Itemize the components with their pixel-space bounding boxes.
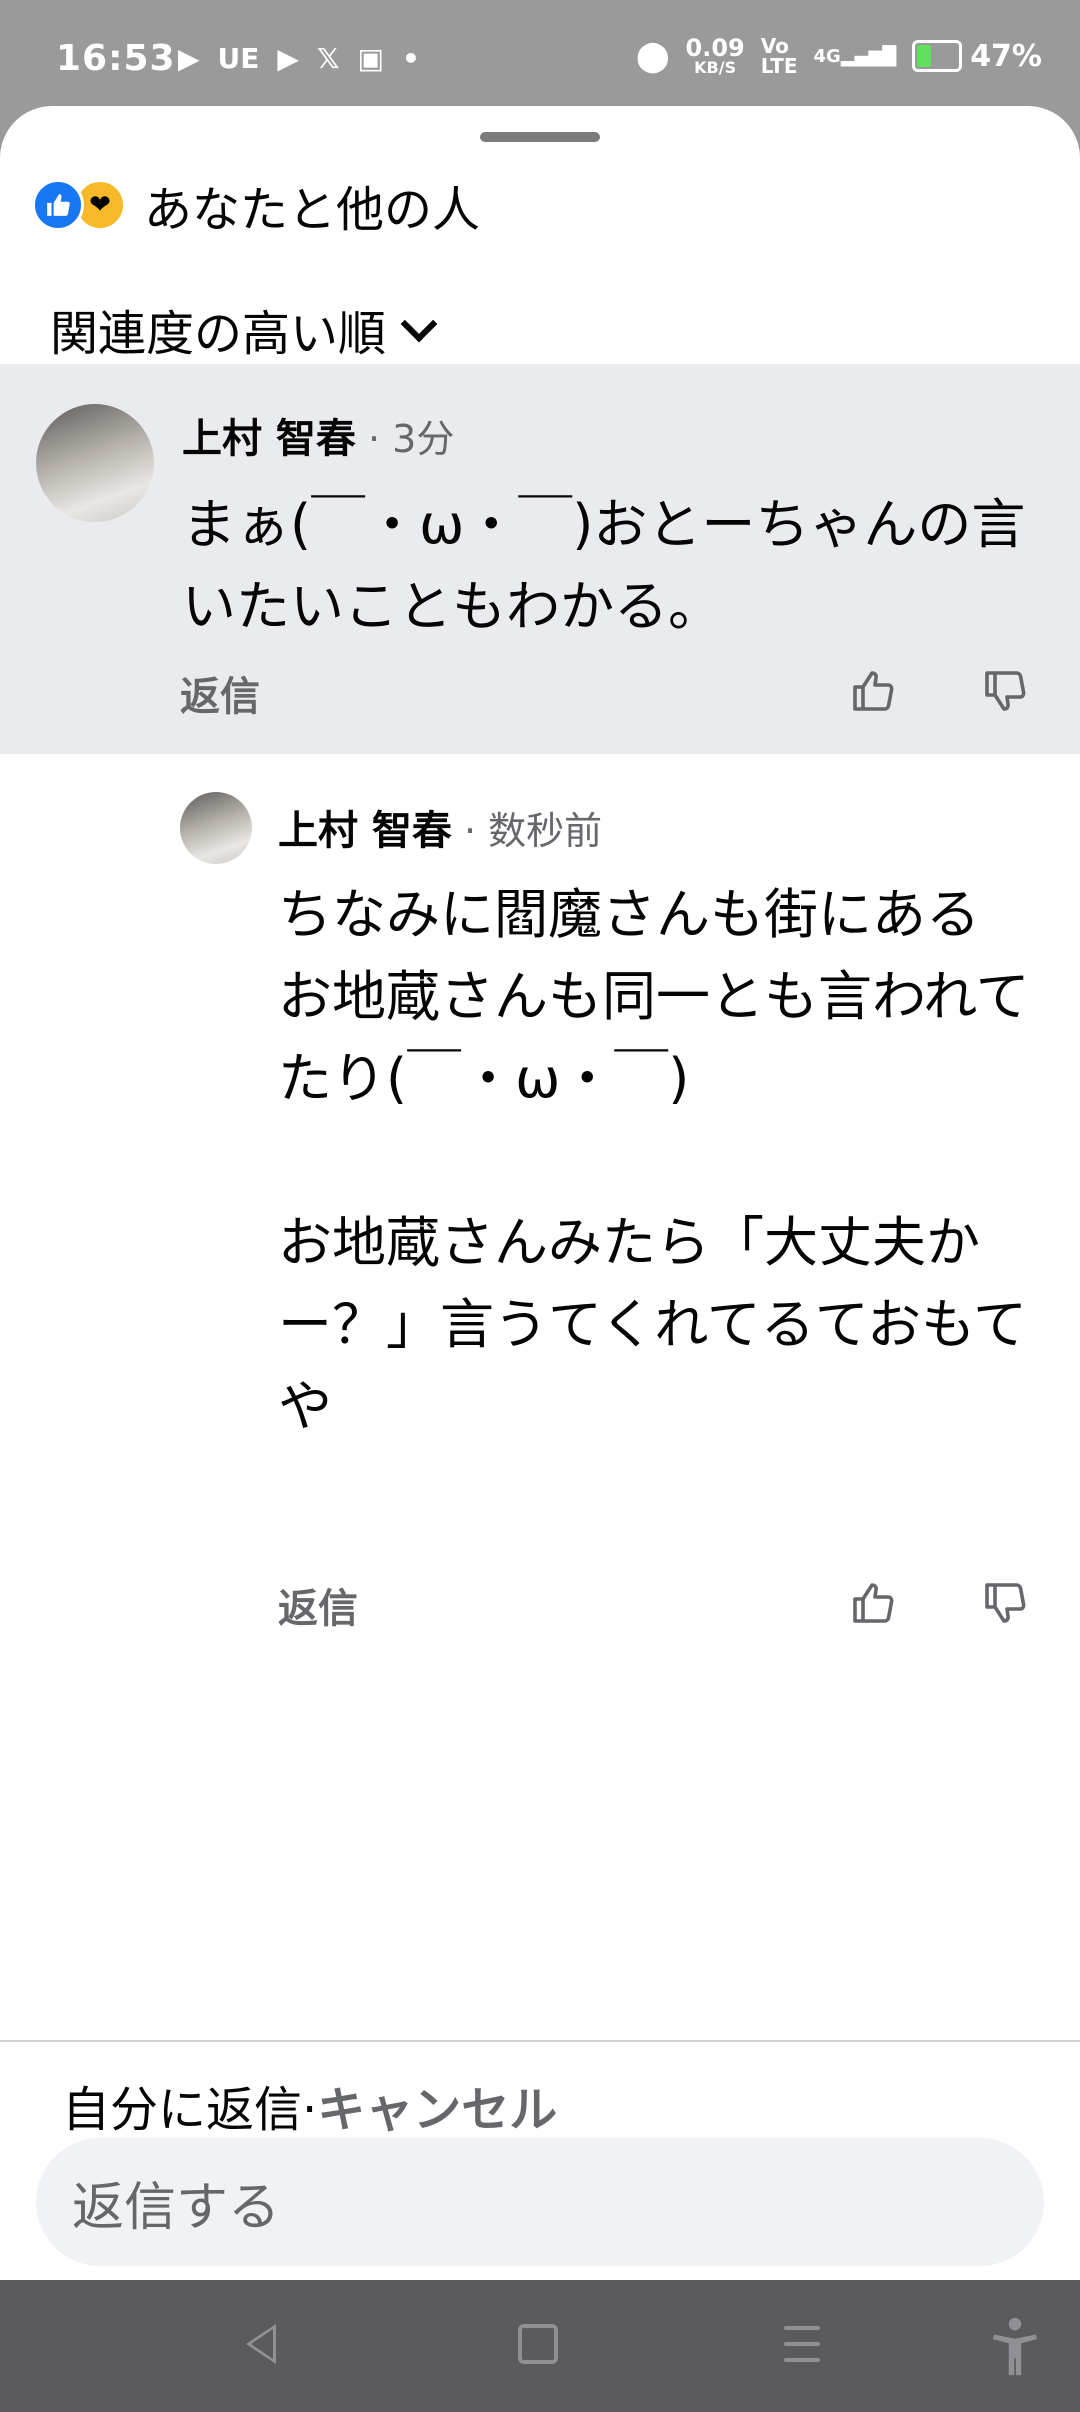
location-icon: ⬤ — [635, 38, 670, 74]
comment-text: まぁ(￣・ω・￣)おとーちゃんの言いたいこともわかる。 — [182, 493, 1026, 638]
thumbs-up-icon[interactable] — [848, 666, 898, 716]
reactions-summary[interactable]: ❤ あなたと他の人 — [32, 170, 480, 240]
thumbs-down-icon[interactable] — [980, 666, 1030, 716]
ue-icon: UE — [217, 42, 260, 75]
sheet-drag-handle[interactable] — [480, 132, 600, 142]
replying-to-label: 自分に返信 — [62, 2082, 303, 2138]
vote-buttons — [848, 666, 1030, 716]
sort-dropdown[interactable]: 関連度の高い順 — [50, 294, 438, 364]
comment-time: · 3分 — [355, 417, 455, 461]
comment-time: · 数秒前 — [451, 809, 603, 853]
reply-composer: 自分に返信·キャンセル 返信する — [0, 2040, 1080, 2280]
signal-icon: 4G▂▄▆█ — [813, 45, 897, 67]
replying-to-indicator: 自分に返信·キャンセル — [62, 2070, 557, 2140]
recents-icon[interactable] — [784, 2326, 820, 2362]
status-bar: 16:53 ▶ UE ▶ 𝕏 ▣ • ⬤ 0.09 KB/S Vo LTE 4G… — [0, 0, 1080, 120]
battery-icon — [912, 40, 963, 72]
more-dot-icon: • — [402, 42, 420, 75]
media-icon: ▶ — [178, 42, 200, 75]
cancel-reply-button[interactable]: キャンセル — [317, 2082, 557, 2138]
comment-author[interactable]: 上村 智春 — [278, 808, 452, 854]
home-icon[interactable] — [518, 2324, 558, 2364]
notification-icons: ▶ UE ▶ 𝕏 ▣ • — [178, 42, 420, 75]
avatar[interactable] — [180, 792, 252, 864]
accessibility-icon[interactable] — [990, 2316, 1040, 2376]
reactions-label: あなたと他の人 — [144, 182, 481, 238]
volte-indicator: Vo LTE — [760, 34, 798, 78]
comment-text: ちなみに閻魔さんも街にある お地蔵さんも同一とも言われて たり(￣・ω・￣) お… — [278, 883, 1030, 1438]
reply-button[interactable]: 返信 — [278, 1576, 358, 1634]
comment-item: 上村 智春 · 3分 まぁ(￣・ω・￣)おとーちゃんの言いたいこともわかる。 返… — [0, 364, 1080, 754]
x-icon: 𝕏 — [316, 42, 340, 75]
reply-input[interactable]: 返信する — [36, 2138, 1044, 2266]
like-reaction-icon — [32, 179, 84, 231]
youtube-icon: ▶ — [277, 42, 299, 75]
thumbs-up-icon[interactable] — [848, 1578, 898, 1628]
battery-percent: 47% — [970, 38, 1042, 74]
back-icon[interactable] — [246, 2324, 276, 2364]
reply-button[interactable]: 返信 — [180, 664, 260, 722]
separator: · — [302, 2082, 318, 2138]
line-icon: ▣ — [357, 42, 384, 75]
vote-buttons — [848, 1578, 1030, 1628]
avatar[interactable] — [36, 404, 154, 522]
reply-comment-item: 上村 智春 · 数秒前 ちなみに閻魔さんも街にある お地蔵さんも同一とも言われて… — [0, 754, 1080, 1632]
network-speed: 0.09 KB/S — [685, 34, 745, 77]
comments-sheet: ❤ あなたと他の人 関連度の高い順 上村 智春 · 3分 まぁ(￣・ω・￣)おと… — [0, 106, 1080, 2280]
battery-indicator: 47% — [912, 39, 1042, 74]
status-right: ⬤ 0.09 KB/S Vo LTE 4G▂▄▆█ 47% — [636, 36, 1042, 76]
sort-label: 関連度の高い順 — [50, 306, 387, 362]
status-time: 16:53 — [56, 38, 176, 79]
system-nav-bar — [0, 2280, 1080, 2412]
thumbs-down-icon[interactable] — [980, 1578, 1030, 1628]
comment-header: 上村 智春 · 3分 — [182, 406, 454, 464]
chevron-down-icon — [400, 305, 438, 343]
comment-author[interactable]: 上村 智春 — [182, 416, 356, 462]
comment-header: 上村 智春 · 数秒前 — [278, 798, 602, 856]
